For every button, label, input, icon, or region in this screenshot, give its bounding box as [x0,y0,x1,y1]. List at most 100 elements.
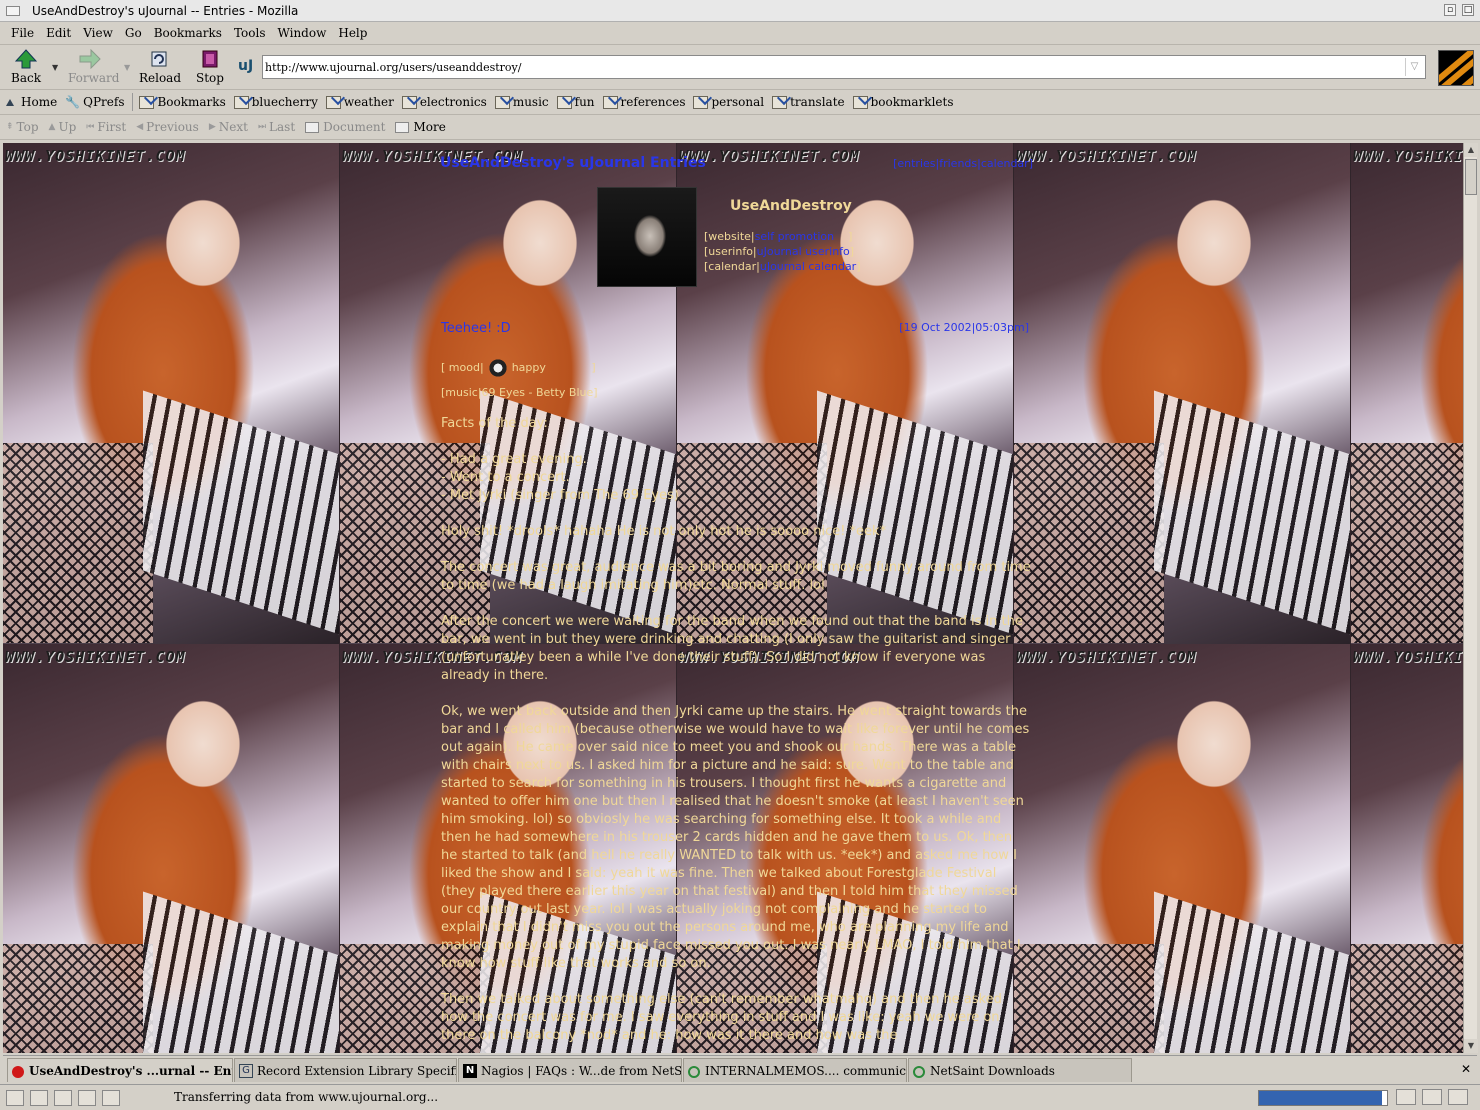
mail-icon[interactable] [30,1089,48,1106]
user-avatar[interactable] [597,187,697,287]
sitenav-first[interactable]: ⏮ First [86,120,126,134]
entry-date-link[interactable]: [19 Oct 2002|05:03pm] [899,321,1029,334]
navigator-icon[interactable] [6,1089,24,1106]
reload-button[interactable]: Reload [138,49,182,89]
userinfo-link[interactable]: uJournal userinfo [757,245,850,258]
throbber-icon[interactable] [1438,50,1474,86]
watermark-text: WWW.YOSHIKINET.COM [5,648,186,666]
forward-dropdown-icon[interactable]: ▼ [124,63,130,72]
entry-music: [music|69 Eyes - Betty Blue] [441,386,598,399]
sitenav-next[interactable]: ▶ Next [209,120,248,134]
sitenav-document[interactable]: Document [305,120,385,134]
back-dropdown-icon[interactable]: ▼ [52,63,58,72]
scroll-down-icon[interactable]: ▼ [1464,1039,1478,1053]
wrench-icon: 🔧 [65,95,81,109]
status-text: Transferring data from www.ujournal.org.… [174,1090,439,1104]
bookmark-folder-weather[interactable]: weather [325,95,394,109]
nav-calendar-link[interactable]: calendar [981,157,1029,170]
back-button[interactable]: Back [4,49,48,89]
scroll-thumb[interactable] [1465,159,1477,195]
nav-entries-link[interactable]: entries [897,157,935,170]
page-icon [913,1066,925,1078]
maximize-icon[interactable]: □ [1462,4,1474,16]
chat-icon[interactable] [102,1089,120,1106]
nav-friends-link[interactable]: friends [939,157,977,170]
security-icon[interactable] [1422,1089,1442,1105]
sitenav-top[interactable]: ⇞ Top [6,120,39,134]
watermark-text: WWW.YOSHIKINET.COM [1016,648,1197,666]
top-icon: ⇞ [6,122,14,132]
menu-edit[interactable]: Edit [46,26,71,40]
popup-icon[interactable] [1448,1089,1468,1105]
loading-dot-icon [12,1066,24,1078]
folder-icon [852,95,868,109]
composer-icon[interactable] [54,1089,72,1106]
user-link-calendar: [calendar|uJournal calendar] [704,260,861,273]
site-favicon-icon: uJ [238,58,254,74]
close-tab-icon[interactable]: ✕ [1461,1062,1471,1076]
bookmark-folder-music[interactable]: music [494,95,549,109]
menu-file[interactable]: File [11,26,34,40]
menu-bookmarks[interactable]: Bookmarks [154,26,222,40]
sitenav-last[interactable]: ⏭ Last [258,120,295,134]
calendar-link[interactable]: uJournal calendar [760,260,856,273]
menu-window[interactable]: Window [277,26,326,40]
tab-record-extension[interactable]: G Record Extension Library Specification [234,1058,457,1082]
url-bar: uJ http://www.ujournal.org/users/useandd… [238,55,1426,79]
folder-icon [693,95,709,109]
entry-paragraph: The concert was great, audience was a bi… [441,560,1031,593]
entry-paragraph: Then we talked about something else (can… [441,992,1002,1043]
tab-bar: UseAndDestroy's ...urnal -- Entries G Re… [3,1055,1477,1083]
bookmark-folder-fun[interactable]: fun [556,95,595,109]
bookmarks-menu[interactable]: Bookmarks [139,95,226,109]
window-controls: ▫ □ [1444,4,1474,16]
url-dropdown-icon[interactable]: ▽ [1405,58,1423,76]
vertical-scrollbar[interactable]: ▲ ▼ [1463,143,1478,1053]
minimize-icon[interactable]: ▫ [1444,4,1456,16]
sitenav-more[interactable]: More [395,120,446,134]
url-input[interactable]: http://www.ujournal.org/users/useanddest… [262,55,1426,79]
entry-subject: Teehee! :D [441,321,511,336]
status-bar: Transferring data from www.ujournal.org.… [0,1084,1480,1110]
tab-netsaint-downloads[interactable]: NetSaint Downloads [908,1058,1132,1082]
online-status-icon[interactable] [1396,1089,1416,1105]
menu-view[interactable]: View [83,26,113,40]
bookmark-folder-personal[interactable]: personal [693,95,764,109]
self-promotion-link[interactable]: self promotion [755,230,834,243]
menu-help[interactable]: Help [338,26,367,40]
folder-icon [494,95,510,109]
next-icon: ▶ [208,122,216,132]
address-book-icon[interactable] [78,1089,96,1106]
bookmark-folder-references[interactable]: references [602,95,685,109]
scroll-up-icon[interactable]: ▲ [1464,143,1478,157]
url-text: http://www.ujournal.org/users/useanddest… [265,61,522,74]
tab-internal-memos[interactable]: INTERNALMEMOS.... communication [683,1058,907,1082]
bookmark-home[interactable]: Home [6,95,57,109]
bookmark-folder-bluecherry[interactable]: bluecherry [233,95,318,109]
bookmark-qprefs[interactable]: 🔧 QPrefs [65,95,124,109]
forward-button[interactable]: Forward [68,49,119,89]
user-link-website: [website|self promotion ] [704,230,853,243]
menu-tools[interactable]: Tools [234,26,266,40]
window-menu-icon[interactable] [6,5,20,16]
bookmark-folder-translate[interactable]: translate [772,95,845,109]
entry-paragraph: After the concert we were waiting for th… [441,614,1023,683]
bookmark-folder-bookmarklets[interactable]: bookmarklets [852,95,954,109]
window-titlebar: UseAndDestroy's uJournal -- Entries - Mo… [0,0,1480,22]
tab-journal[interactable]: UseAndDestroy's ...urnal -- Entries [7,1058,233,1082]
tab-nagios-faq[interactable]: N Nagios | FAQs : W...de from NetSaint? [458,1058,682,1082]
first-icon: ⏮ [86,122,95,132]
menu-bar: File Edit View Go Bookmarks Tools Window… [0,22,1480,45]
site-navigation-bar: ⇞ Top ▲ Up ⏮ First ◀ Previous ▶ Next ⏭ Last Do… [0,115,1480,140]
forward-arrow-icon [79,49,101,69]
sitenav-previous[interactable]: ◀ Previous [136,120,199,134]
stop-button[interactable]: Stop [188,49,232,89]
watermark-text: WWW.YOSHIKINET.COM [5,147,186,165]
page-viewport[interactable]: WWW.YOSHIKINET.COM WWW.YOSHIKINET.COM WW… [3,143,1463,1053]
entry-paragraph: Facts of the day: [441,416,548,431]
entry-paragraph: Ok, we went back outside and then Jyrki … [441,704,1030,971]
menu-go[interactable]: Go [125,26,142,40]
bookmark-folder-electronics[interactable]: electronics [401,95,487,109]
folder-icon [602,95,618,109]
sitenav-up[interactable]: ▲ Up [49,120,77,134]
